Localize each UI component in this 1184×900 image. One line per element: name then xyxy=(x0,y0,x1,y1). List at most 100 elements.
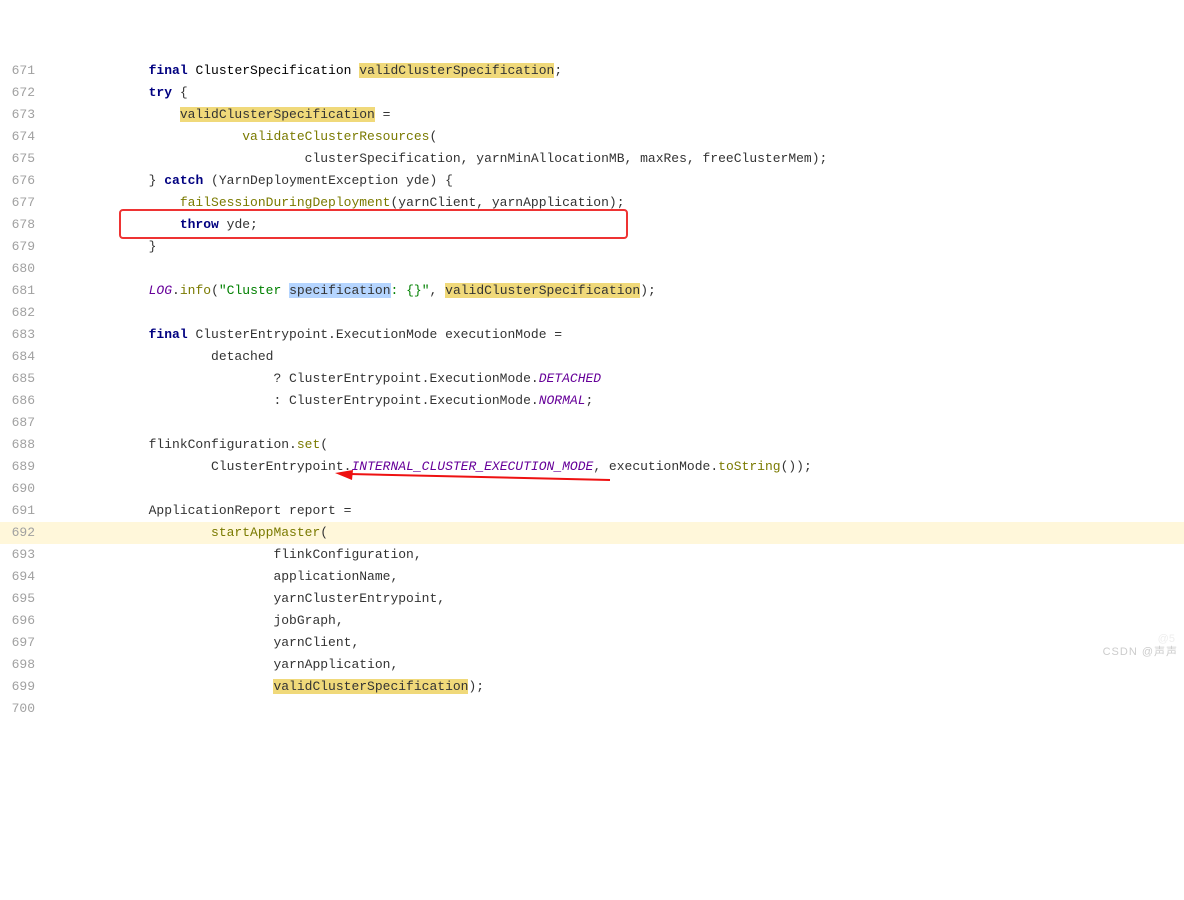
code-content[interactable]: yarnApplication, xyxy=(55,654,1184,676)
code-line[interactable]: 696 jobGraph, xyxy=(0,610,1184,632)
code-content[interactable]: ApplicationReport report = xyxy=(55,500,1184,522)
code-line[interactable]: 689 ClusterEntrypoint.INTERNAL_CLUSTER_E… xyxy=(0,456,1184,478)
token: flinkConfiguration, xyxy=(273,547,421,562)
token: ( xyxy=(429,129,437,144)
code-line[interactable]: 682 xyxy=(0,302,1184,324)
line-number: 671 xyxy=(0,60,55,82)
code-line[interactable]: 675 clusterSpecification, yarnMinAllocat… xyxy=(0,148,1184,170)
line-number: 692 xyxy=(0,522,55,544)
code-line[interactable]: 680 xyxy=(0,258,1184,280)
line-number: 687 xyxy=(0,412,55,434)
code-line[interactable]: 699 validClusterSpecification); xyxy=(0,676,1184,698)
code-line[interactable]: 679 } xyxy=(0,236,1184,258)
code-content[interactable]: ? ClusterEntrypoint.ExecutionMode.DETACH… xyxy=(55,368,1184,390)
token: ( xyxy=(211,283,219,298)
code-content[interactable]: ClusterEntrypoint.INTERNAL_CLUSTER_EXECU… xyxy=(55,456,1184,478)
code-line[interactable]: 674 validateClusterResources( xyxy=(0,126,1184,148)
code-content[interactable]: yarnClusterEntrypoint, xyxy=(55,588,1184,610)
code-line[interactable]: 685 ? ClusterEntrypoint.ExecutionMode.DE… xyxy=(0,368,1184,390)
code-content[interactable]: flinkConfiguration.set( xyxy=(55,434,1184,456)
token: specification xyxy=(289,283,390,298)
code-line[interactable]: 671 final ClusterSpecification validClus… xyxy=(0,60,1184,82)
token: (YarnDeploymentException yde) { xyxy=(211,173,453,188)
code-line[interactable]: 672 try { xyxy=(0,82,1184,104)
code-content[interactable]: clusterSpecification, yarnMinAllocationM… xyxy=(55,148,1184,170)
code-line[interactable]: 692 startAppMaster( xyxy=(0,522,1184,544)
code-line[interactable]: 678 throw yde; xyxy=(0,214,1184,236)
code-content[interactable]: validateClusterResources( xyxy=(55,126,1184,148)
token: ? ClusterEntrypoint.ExecutionMode. xyxy=(273,371,538,386)
token: validClusterSpecification xyxy=(359,63,554,78)
code-content[interactable]: } xyxy=(55,236,1184,258)
line-number: 676 xyxy=(0,170,55,192)
token: throw xyxy=(180,217,227,232)
token: validClusterSpecification xyxy=(273,679,468,694)
code-line[interactable]: 686 : ClusterEntrypoint.ExecutionMode.NO… xyxy=(0,390,1184,412)
line-number: 679 xyxy=(0,236,55,258)
code-line[interactable]: 700 xyxy=(0,698,1184,720)
code-line[interactable]: 676 } catch (YarnDeploymentException yde… xyxy=(0,170,1184,192)
code-line[interactable]: 697 yarnClient, xyxy=(0,632,1184,654)
code-line[interactable]: 684 detached xyxy=(0,346,1184,368)
code-line[interactable]: 687 xyxy=(0,412,1184,434)
token: yarnClient, xyxy=(273,635,359,650)
line-number: 673 xyxy=(0,104,55,126)
token: ApplicationReport report = xyxy=(149,503,352,518)
code-line[interactable]: 698 yarnApplication, xyxy=(0,654,1184,676)
token: : ClusterEntrypoint.ExecutionMode. xyxy=(273,393,538,408)
code-content[interactable]: throw yde; xyxy=(55,214,1184,236)
code-content[interactable]: try { xyxy=(55,82,1184,104)
code-content[interactable]: validClusterSpecification = xyxy=(55,104,1184,126)
token: { xyxy=(180,85,188,100)
code-content[interactable]: failSessionDuringDeployment(yarnClient, … xyxy=(55,192,1184,214)
token: , xyxy=(430,283,446,298)
code-content[interactable]: applicationName, xyxy=(55,566,1184,588)
code-content[interactable]: jobGraph, xyxy=(55,610,1184,632)
line-number: 682 xyxy=(0,302,55,324)
token: , executionMode. xyxy=(593,459,718,474)
line-number: 681 xyxy=(0,280,55,302)
line-number: 691 xyxy=(0,500,55,522)
line-number: 690 xyxy=(0,478,55,500)
line-number: 693 xyxy=(0,544,55,566)
code-line[interactable]: 690 xyxy=(0,478,1184,500)
code-line[interactable]: 693 flinkConfiguration, xyxy=(0,544,1184,566)
code-line[interactable]: 688 flinkConfiguration.set( xyxy=(0,434,1184,456)
code-content[interactable]: final ClusterSpecification validClusterS… xyxy=(55,60,1184,82)
token: ; xyxy=(554,63,562,78)
code-content[interactable]: startAppMaster( xyxy=(55,522,1184,544)
code-line[interactable]: 673 validClusterSpecification = xyxy=(0,104,1184,126)
code-line[interactable]: 681 LOG.info("Cluster specification: {}"… xyxy=(0,280,1184,302)
code-editor[interactable]: 671 final ClusterSpecification validClus… xyxy=(0,60,1184,720)
code-line[interactable]: 677 failSessionDuringDeployment(yarnClie… xyxy=(0,192,1184,214)
code-content[interactable]: validClusterSpecification); xyxy=(55,676,1184,698)
code-content[interactable]: flinkConfiguration, xyxy=(55,544,1184,566)
code-line[interactable]: 695 yarnClusterEntrypoint, xyxy=(0,588,1184,610)
token: set xyxy=(297,437,320,452)
line-number: 696 xyxy=(0,610,55,632)
line-number: 697 xyxy=(0,632,55,654)
token: INTERNAL_CLUSTER_EXECUTION_MODE xyxy=(351,459,593,474)
code-content[interactable]: detached xyxy=(55,346,1184,368)
code-content[interactable]: final ClusterEntrypoint.ExecutionMode ex… xyxy=(55,324,1184,346)
code-line[interactable]: 691 ApplicationReport report = xyxy=(0,500,1184,522)
line-number: 680 xyxy=(0,258,55,280)
code-content[interactable]: : ClusterEntrypoint.ExecutionMode.NORMAL… xyxy=(55,390,1184,412)
token: yarnClusterEntrypoint, xyxy=(273,591,445,606)
token: ClusterSpecification xyxy=(195,63,359,78)
line-number: 678 xyxy=(0,214,55,236)
token: ( xyxy=(320,437,328,452)
token: } xyxy=(149,239,157,254)
code-line[interactable]: 683 final ClusterEntrypoint.ExecutionMod… xyxy=(0,324,1184,346)
token: failSessionDuringDeployment xyxy=(180,195,391,210)
line-number: 700 xyxy=(0,698,55,720)
code-content[interactable]: yarnClient, xyxy=(55,632,1184,654)
code-line[interactable]: 694 applicationName, xyxy=(0,566,1184,588)
code-content[interactable]: LOG.info("Cluster specification: {}", va… xyxy=(55,280,1184,302)
token: DETACHED xyxy=(539,371,601,386)
token: toString xyxy=(718,459,780,474)
line-number: 698 xyxy=(0,654,55,676)
token: ( xyxy=(320,525,328,540)
line-number: 674 xyxy=(0,126,55,148)
code-content[interactable]: } catch (YarnDeploymentException yde) { xyxy=(55,170,1184,192)
